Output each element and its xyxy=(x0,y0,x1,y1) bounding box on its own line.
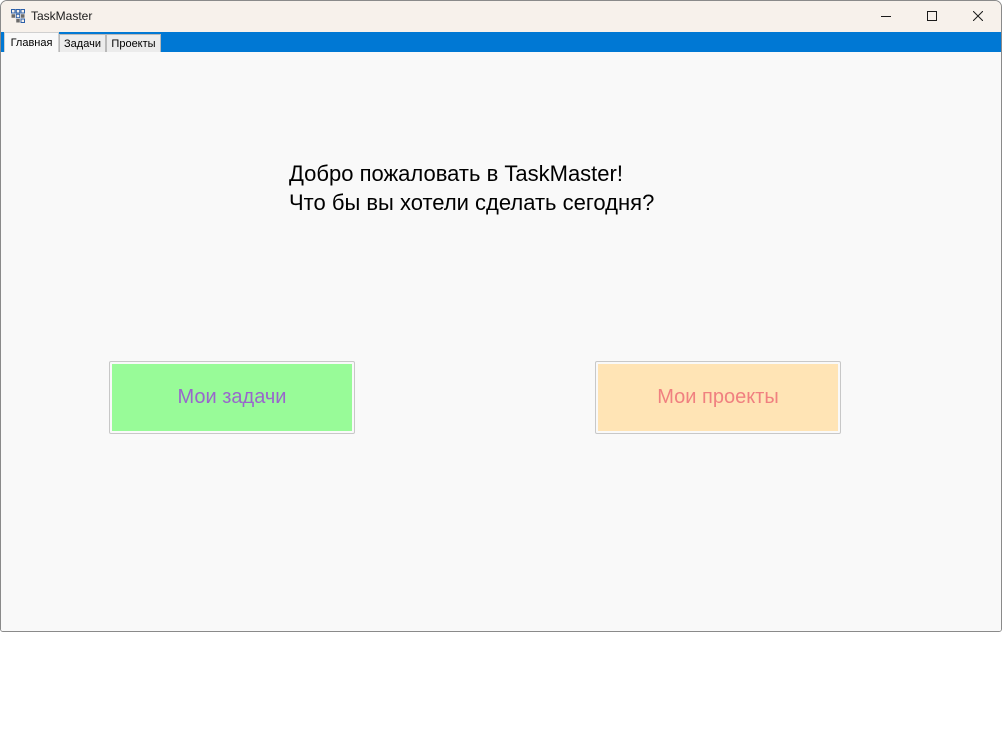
title-bar[interactable]: TaskMaster xyxy=(1,1,1001,32)
app-grid-icon xyxy=(11,9,25,23)
tab-strip: Главная Задачи Проекты xyxy=(1,32,1001,52)
tab-home[interactable]: Главная xyxy=(4,32,59,52)
maximize-icon xyxy=(927,8,937,26)
welcome-message: Добро пожаловать в TaskMaster! Что бы вы… xyxy=(289,159,654,217)
close-icon xyxy=(972,8,984,26)
my-tasks-button[interactable]: Мои задачи xyxy=(109,361,355,434)
welcome-line-1: Добро пожаловать в TaskMaster! xyxy=(289,161,623,186)
welcome-line-2: Что бы вы хотели сделать сегодня? xyxy=(289,190,655,215)
my-projects-button-face: Мои проекты xyxy=(598,364,838,431)
window-title: TaskMaster xyxy=(31,9,93,23)
app-window: TaskMaster Главная Задачи Проекты Добро xyxy=(0,0,1002,632)
minimize-button[interactable] xyxy=(863,1,909,32)
home-page: Добро пожаловать в TaskMaster! Что бы вы… xyxy=(1,52,1001,631)
my-projects-label: Мои проекты xyxy=(657,386,779,408)
my-projects-button[interactable]: Мои проекты xyxy=(595,361,841,434)
my-tasks-label: Мои задачи xyxy=(177,386,287,408)
minimize-icon xyxy=(881,8,891,26)
my-tasks-button-face: Мои задачи xyxy=(112,364,352,431)
tab-tasks[interactable]: Задачи xyxy=(59,34,106,52)
close-button[interactable] xyxy=(955,1,1001,32)
tab-projects[interactable]: Проекты xyxy=(106,34,161,52)
maximize-button[interactable] xyxy=(909,1,955,32)
